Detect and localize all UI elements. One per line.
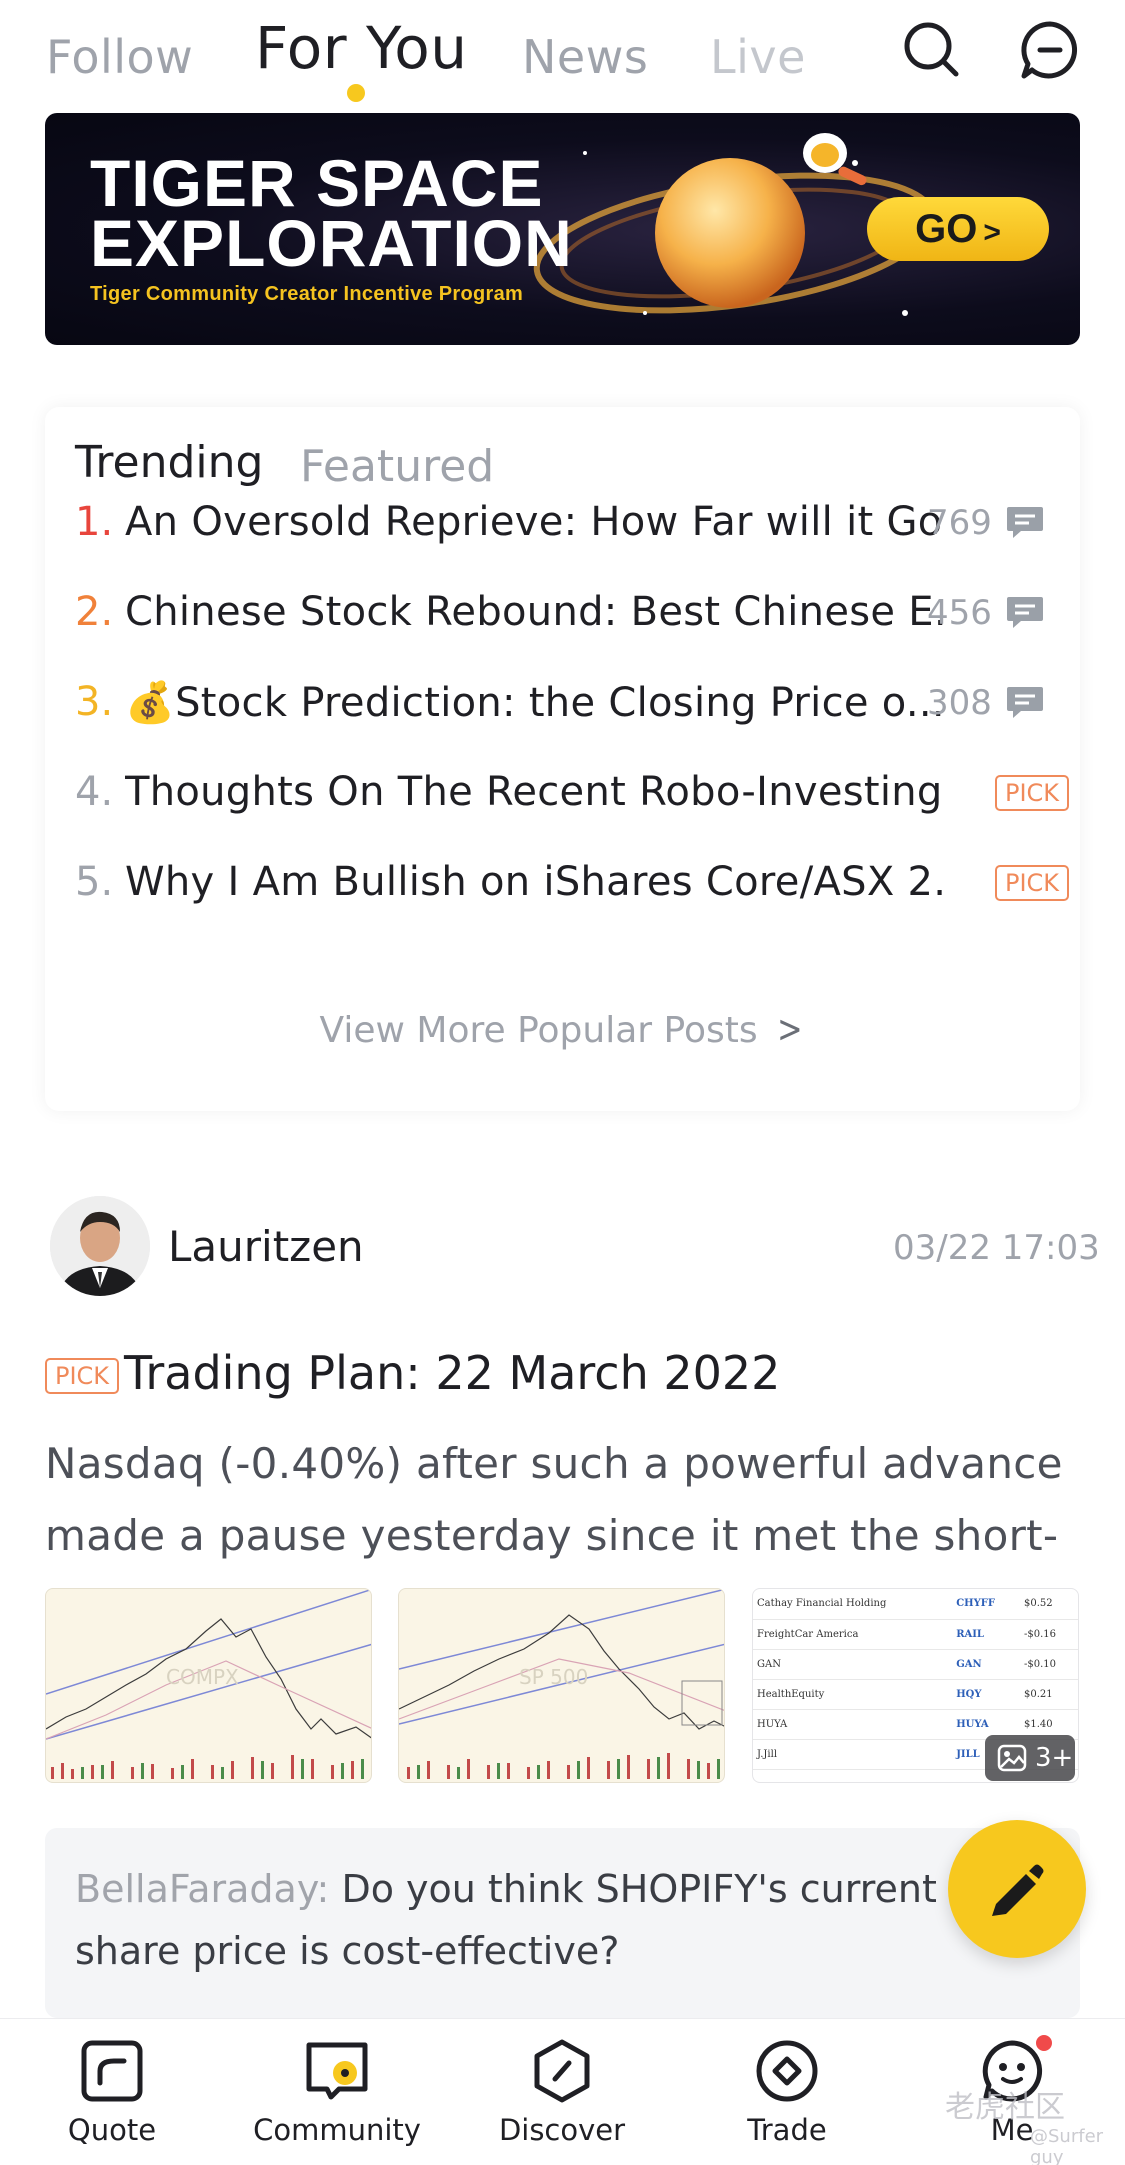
banner-title-line1: TIGER SPACE bbox=[90, 146, 544, 220]
post-image-chart-2[interactable]: SP 500 bbox=[398, 1588, 725, 1783]
top-nav: Follow For You News Live bbox=[0, 0, 1125, 110]
watermark-author: @Surfer guy bbox=[1030, 2126, 1104, 2165]
compose-post-button[interactable] bbox=[948, 1820, 1086, 1958]
pick-badge: PICK bbox=[45, 1358, 120, 1394]
post-title[interactable]: Trading Plan: 22 March 2022 bbox=[124, 1346, 780, 1400]
nav-trade-label: Trade bbox=[747, 2113, 827, 2147]
nav-discover-label: Discover bbox=[498, 2113, 626, 2147]
go-label: GO bbox=[915, 207, 978, 251]
trending-rank: 5. bbox=[75, 859, 114, 905]
banner-subtitle: Tiger Community Creator Incentive Progra… bbox=[90, 283, 524, 305]
watermark: 老虎社区 bbox=[945, 2090, 1065, 2125]
table-cell-ticker: RAIL bbox=[952, 1619, 1020, 1650]
table-cell-name: HealthEquity bbox=[753, 1679, 953, 1710]
go-arrow-icon: > bbox=[983, 216, 1001, 249]
banner-title-line2: EXPLORATION bbox=[90, 206, 573, 280]
comment-count: 456 bbox=[927, 593, 992, 633]
trending-item[interactable]: 4. Thoughts On The Recent Robo-Investing.… bbox=[75, 763, 1070, 823]
banner-title: TIGER SPACE EXPLORATION bbox=[90, 146, 573, 280]
view-more-popular-posts[interactable]: View More Popular Posts > bbox=[45, 1007, 1080, 1051]
tab-live[interactable]: Live bbox=[710, 30, 806, 84]
trending-rank: 2. bbox=[75, 589, 114, 635]
active-tab-indicator bbox=[347, 84, 365, 102]
trending-rank: 3. bbox=[75, 679, 114, 725]
notification-dot bbox=[1034, 2033, 1054, 2053]
nav-quote[interactable]: Quote bbox=[12, 2019, 212, 2165]
promo-banner[interactable]: TIGER SPACE EXPLORATION Tiger Community … bbox=[45, 113, 1080, 345]
comment-username[interactable]: BellaFaraday: bbox=[75, 1867, 329, 1911]
trending-rank: 4. bbox=[75, 769, 114, 815]
trending-title: 💰Stock Prediction: the Closing Price o..… bbox=[125, 680, 945, 726]
table-cell-name: GAN bbox=[753, 1649, 953, 1680]
trending-title: Thoughts On The Recent Robo-Investing... bbox=[125, 769, 945, 815]
table-cell-name: HUYA bbox=[753, 1709, 953, 1740]
pick-badge: PICK bbox=[995, 865, 1070, 901]
trending-card: Trending Featured 1. An Oversold Reprieve… bbox=[45, 407, 1080, 1111]
discover-icon bbox=[534, 2039, 590, 2103]
tab-news[interactable]: News bbox=[522, 30, 648, 84]
comment-count: 769 bbox=[927, 503, 992, 543]
comment-preview[interactable]: BellaFaraday: Do you think SHOPIFY's cur… bbox=[45, 1828, 1080, 2018]
table-cell-value: $0.52 bbox=[1019, 1589, 1078, 1620]
comment-icon bbox=[1005, 685, 1045, 721]
table-cell-name: J.Jill bbox=[753, 1739, 953, 1770]
table-cell-name: Cathay Financial Holding bbox=[753, 1589, 953, 1620]
trending-rank: 1. bbox=[75, 499, 114, 545]
trending-item[interactable]: 3. 💰Stock Prediction: the Closing Price o… bbox=[75, 673, 1055, 733]
table-cell-name: FreightCar America bbox=[753, 1619, 953, 1650]
community-icon bbox=[306, 2042, 368, 2100]
comment-count: 308 bbox=[927, 683, 992, 723]
pick-badge: PICK bbox=[995, 775, 1070, 811]
table-row: GAN GAN -$0.10 bbox=[753, 1649, 1078, 1680]
trending-item[interactable]: 1. An Oversold Reprieve: How Far will it … bbox=[75, 493, 1055, 553]
table-cell-ticker: CHYFF bbox=[952, 1589, 1020, 1620]
pencil-icon bbox=[992, 1864, 1044, 1916]
comment-icon bbox=[1005, 505, 1045, 541]
table-row: HealthEquity HQY $0.21 bbox=[753, 1679, 1078, 1710]
nav-community[interactable]: Community bbox=[237, 2019, 437, 2165]
comment-icon bbox=[1005, 595, 1045, 631]
table-cell-ticker: HQY bbox=[952, 1679, 1020, 1710]
post-timestamp: 03/22 17:03 bbox=[893, 1228, 1100, 1268]
more-images-count: 3+ bbox=[1035, 1743, 1074, 1773]
quote-icon bbox=[81, 2040, 143, 2102]
table-row: FreightCar America RAIL -$0.16 bbox=[753, 1619, 1078, 1650]
table-cell-value: $0.21 bbox=[1019, 1679, 1078, 1710]
nav-quote-label: Quote bbox=[67, 2113, 157, 2147]
nav-trade[interactable]: Trade bbox=[687, 2019, 887, 2165]
more-images-badge[interactable]: 3+ bbox=[985, 1735, 1075, 1781]
tab-featured[interactable]: Featured bbox=[300, 441, 494, 492]
chart-watermark-2: SP 500 bbox=[519, 1665, 588, 1689]
view-more-label: View More Popular Posts bbox=[319, 1010, 758, 1051]
author-name[interactable]: Lauritzen bbox=[168, 1222, 364, 1271]
comment-text: BellaFaraday: Do you think SHOPIFY's cur… bbox=[75, 1858, 1005, 1982]
trending-title: Why I Am Bullish on iShares Core/ASX 2..… bbox=[125, 859, 945, 905]
avatar[interactable] bbox=[50, 1196, 150, 1296]
trending-title: Chinese Stock Rebound: Best Chinese E... bbox=[125, 589, 945, 635]
post-image-chart-1[interactable]: COMPX bbox=[45, 1588, 372, 1783]
trending-item[interactable]: 2. Chinese Stock Rebound: Best Chinese E.… bbox=[75, 583, 1055, 643]
nav-community-label: Community bbox=[253, 2113, 421, 2147]
table-row: Cathay Financial Holding CHYFF $0.52 bbox=[753, 1589, 1078, 1620]
trending-title: An Oversold Reprieve: How Far will it Go… bbox=[125, 499, 945, 545]
image-gallery-icon bbox=[997, 1744, 1027, 1772]
tab-trending[interactable]: Trending bbox=[75, 437, 263, 488]
table-cell-value: -$0.10 bbox=[1019, 1649, 1078, 1680]
chevron-right-icon: > bbox=[776, 1007, 803, 1051]
go-button[interactable]: GO > bbox=[867, 197, 1049, 261]
tab-for-you[interactable]: For You bbox=[255, 14, 468, 82]
table-cell-ticker: GAN bbox=[952, 1649, 1020, 1680]
nav-discover[interactable]: Discover bbox=[462, 2019, 662, 2165]
message-icon[interactable] bbox=[1018, 18, 1082, 82]
tab-follow[interactable]: Follow bbox=[46, 30, 193, 84]
trade-icon bbox=[756, 2040, 818, 2102]
trending-item[interactable]: 5. Why I Am Bullish on iShares Core/ASX 2… bbox=[75, 853, 1070, 913]
table-cell-value: -$0.16 bbox=[1019, 1619, 1078, 1650]
chart-watermark-1: COMPX bbox=[166, 1665, 239, 1689]
search-icon[interactable] bbox=[900, 18, 964, 82]
